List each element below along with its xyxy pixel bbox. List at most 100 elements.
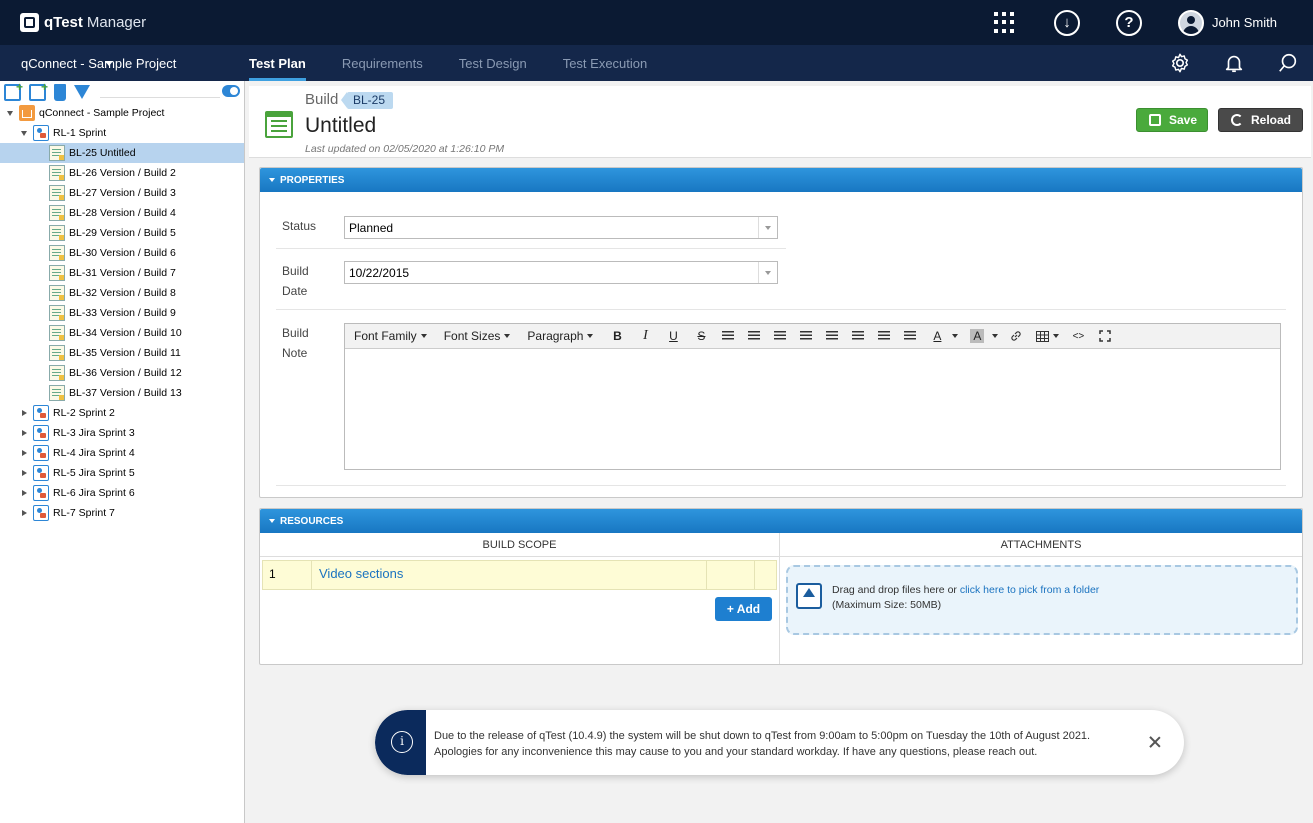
- tree-item-build[interactable]: BL-27 Version / Build 3: [0, 183, 244, 203]
- chevron-down-icon[interactable]: [952, 334, 959, 338]
- tree-item-build[interactable]: BL-33 Version / Build 9: [0, 303, 244, 323]
- tree-item-release[interactable]: RL-4 Jira Sprint 4: [0, 443, 244, 463]
- tab-test-design[interactable]: Test Design: [459, 45, 527, 81]
- tree-item-release[interactable]: RL-5 Jira Sprint 5: [0, 463, 244, 483]
- pick-folder-link[interactable]: click here to pick from a folder: [960, 584, 1099, 596]
- table-icon[interactable]: [1036, 330, 1050, 342]
- align-left-icon[interactable]: [826, 331, 839, 341]
- tree-toggle[interactable]: [222, 85, 240, 97]
- add-build-icon[interactable]: [29, 80, 48, 101]
- tree-item-build[interactable]: BL-25 Untitled: [0, 143, 244, 163]
- scope-item-link[interactable]: Video sections: [319, 566, 403, 581]
- build-icon: [49, 165, 65, 181]
- font-family-dropdown[interactable]: Font Family: [354, 329, 427, 343]
- expand-icon[interactable]: [22, 490, 27, 496]
- tree-item-release[interactable]: RL-3 Jira Sprint 3: [0, 423, 244, 443]
- tree-item-label: BL-33 Version / Build 9: [69, 307, 176, 319]
- indent-icon[interactable]: [800, 331, 813, 341]
- chevron-down-icon[interactable]: [1053, 334, 1060, 338]
- outdent-icon[interactable]: [774, 331, 787, 341]
- expand-icon[interactable]: [21, 130, 27, 136]
- nav-bar: qConnect - Sample Project Test Plan Requ…: [0, 45, 1313, 81]
- build-note-label-2: Note: [282, 346, 308, 360]
- tree-item-release[interactable]: RL-2 Sprint 2: [0, 403, 244, 423]
- build-date-field[interactable]: 10/22/2015: [344, 261, 778, 284]
- download-icon[interactable]: ↓: [1053, 9, 1080, 36]
- expand-icon[interactable]: [22, 410, 27, 416]
- tree-item-build[interactable]: BL-29 Version / Build 5: [0, 223, 244, 243]
- expand-icon[interactable]: [22, 470, 27, 476]
- numbered-list-icon[interactable]: [748, 331, 761, 341]
- filter-icon[interactable]: [74, 85, 90, 99]
- tree-item-build[interactable]: BL-34 Version / Build 10: [0, 323, 244, 343]
- bell-icon[interactable]: [1223, 52, 1245, 74]
- source-code-button[interactable]: <>: [1071, 331, 1085, 342]
- text-color-button[interactable]: A: [930, 329, 944, 343]
- tree-item-label: RL-4 Jira Sprint 4: [53, 447, 135, 459]
- apps-grid-icon[interactable]: [993, 11, 1016, 34]
- close-icon[interactable]: [1148, 735, 1162, 749]
- add-release-icon[interactable]: [4, 80, 23, 101]
- build-note-editor[interactable]: Font Family Font Sizes Paragraph B I U S…: [344, 323, 1281, 470]
- tree-item-build[interactable]: BL-32 Version / Build 8: [0, 283, 244, 303]
- expand-icon[interactable]: [7, 110, 13, 116]
- properties-header[interactable]: PROPERTIES: [260, 168, 1302, 192]
- page-title[interactable]: Untitled: [305, 114, 376, 138]
- save-button[interactable]: Save: [1136, 108, 1208, 132]
- resources-header[interactable]: RESOURCES: [260, 509, 1302, 533]
- tree-item-build[interactable]: BL-26 Version / Build 2: [0, 163, 244, 183]
- tab-requirements[interactable]: Requirements: [342, 45, 423, 81]
- tree-item-release[interactable]: RL-1 Sprint: [0, 123, 244, 143]
- reload-button[interactable]: Reload: [1218, 108, 1303, 132]
- project-name: qConnect - Sample Project: [21, 55, 177, 71]
- delete-icon[interactable]: [54, 83, 66, 101]
- tab-test-execution[interactable]: Test Execution: [563, 45, 648, 81]
- tree-search-input[interactable]: [100, 86, 220, 98]
- status-select[interactable]: Planned: [344, 216, 778, 239]
- tree-item-label: RL-3 Jira Sprint 3: [53, 427, 135, 439]
- tab-test-plan[interactable]: Test Plan: [249, 45, 306, 81]
- paragraph-dropdown[interactable]: Paragraph: [527, 329, 593, 343]
- tree-item-build[interactable]: BL-28 Version / Build 4: [0, 203, 244, 223]
- expand-icon[interactable]: [22, 430, 27, 436]
- background-color-button[interactable]: A: [970, 329, 985, 343]
- tree-item-label: BL-32 Version / Build 8: [69, 287, 176, 299]
- tree-item-label: BL-25 Untitled: [69, 147, 136, 159]
- project-home-icon: [19, 105, 35, 121]
- strikethrough-button[interactable]: S: [694, 329, 708, 343]
- tree-item-build[interactable]: BL-35 Version / Build 11: [0, 343, 244, 363]
- fullscreen-icon[interactable]: [1099, 330, 1112, 342]
- panel-title: RESOURCES: [280, 515, 344, 527]
- chevron-down-icon[interactable]: [992, 334, 999, 338]
- expand-icon[interactable]: [22, 510, 27, 516]
- italic-button[interactable]: I: [638, 328, 652, 344]
- properties-panel: PROPERTIES Status Planned Build Date 10/…: [259, 167, 1303, 498]
- align-justify-icon[interactable]: [904, 331, 917, 341]
- font-sizes-dropdown[interactable]: Font Sizes: [444, 329, 511, 343]
- bullet-list-icon[interactable]: [722, 331, 735, 341]
- tree-item-build[interactable]: BL-36 Version / Build 12: [0, 363, 244, 383]
- bold-button[interactable]: B: [610, 329, 624, 343]
- tree-item-build[interactable]: BL-37 Version / Build 13: [0, 383, 244, 403]
- tree-item-release[interactable]: RL-6 Jira Sprint 6: [0, 483, 244, 503]
- tree-item-build[interactable]: BL-30 Version / Build 6: [0, 243, 244, 263]
- expand-icon[interactable]: [22, 450, 27, 456]
- attachment-dropzone[interactable]: Drag and drop files here or click here t…: [786, 565, 1298, 635]
- tree-item-release[interactable]: RL-7 Sprint 7: [0, 503, 244, 523]
- user-menu[interactable]: John Smith: [1177, 9, 1277, 36]
- table-row[interactable]: 1 Video sections: [262, 560, 777, 590]
- tree-item-build[interactable]: BL-31 Version / Build 7: [0, 263, 244, 283]
- link-icon[interactable]: [1010, 330, 1022, 342]
- help-icon[interactable]: ?: [1115, 9, 1142, 36]
- add-button[interactable]: + Add: [715, 597, 772, 621]
- tree-item-root[interactable]: qConnect - Sample Project: [0, 103, 244, 123]
- sidebar-tree-panel: qConnect - Sample Project RL-1 Sprint BL…: [0, 80, 245, 823]
- app-logo[interactable]: qTest Manager: [20, 13, 146, 32]
- underline-button[interactable]: U: [666, 329, 680, 343]
- search-icon[interactable]: [1277, 52, 1299, 74]
- info-icon: i: [391, 731, 413, 753]
- gear-icon[interactable]: [1169, 52, 1191, 74]
- align-right-icon[interactable]: [878, 331, 891, 341]
- align-center-icon[interactable]: [852, 331, 865, 341]
- project-selector[interactable]: qConnect - Sample Project: [21, 56, 231, 71]
